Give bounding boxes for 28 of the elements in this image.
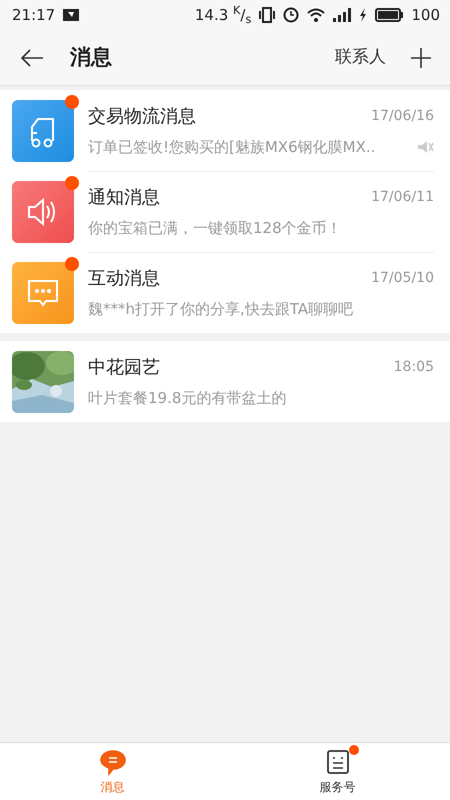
contacts-link[interactable]: 联系人	[335, 44, 386, 70]
battery-level: 100	[411, 4, 440, 26]
message-title: 通知消息	[88, 186, 160, 210]
battery-icon	[375, 8, 404, 22]
message-preview: 叶片套餐19.8元的有带盆土的	[88, 388, 286, 409]
message-preview: 订单已签收!您购买的[魅族MX6钢化膜MX..	[88, 136, 376, 158]
bottom-tab[interactable]: 服务号	[225, 743, 450, 800]
message-time: 18:05	[394, 358, 434, 377]
message-title: 交易物流消息	[88, 104, 196, 129]
network-speed: 14.3 $^{K}$/$_{s}$	[194, 4, 252, 26]
status-time: 21:17	[12, 4, 56, 26]
back-button[interactable]	[20, 48, 44, 68]
message-time: 17/06/11	[371, 188, 434, 208]
vibrate-icon	[259, 7, 276, 23]
message-preview: 你的宝箱已满，一键领取128个金币！	[88, 218, 342, 240]
message-title: 中花园艺	[88, 356, 160, 380]
speech-bubble-icon	[98, 748, 126, 776]
charging-icon	[359, 8, 368, 22]
add-button[interactable]	[410, 46, 432, 68]
alarm-icon	[283, 7, 300, 23]
notification-icon	[63, 8, 80, 22]
page-title: 消息	[70, 44, 112, 71]
message-time: 17/06/16	[371, 106, 434, 126]
message-preview: 魏***h打开了你的分享,快去跟TA聊聊吧	[88, 299, 354, 320]
wifi-icon	[307, 8, 326, 22]
signal-icon	[333, 8, 352, 22]
message-title: 互动消息	[88, 267, 160, 292]
message-time: 17/05/10	[371, 269, 434, 288]
